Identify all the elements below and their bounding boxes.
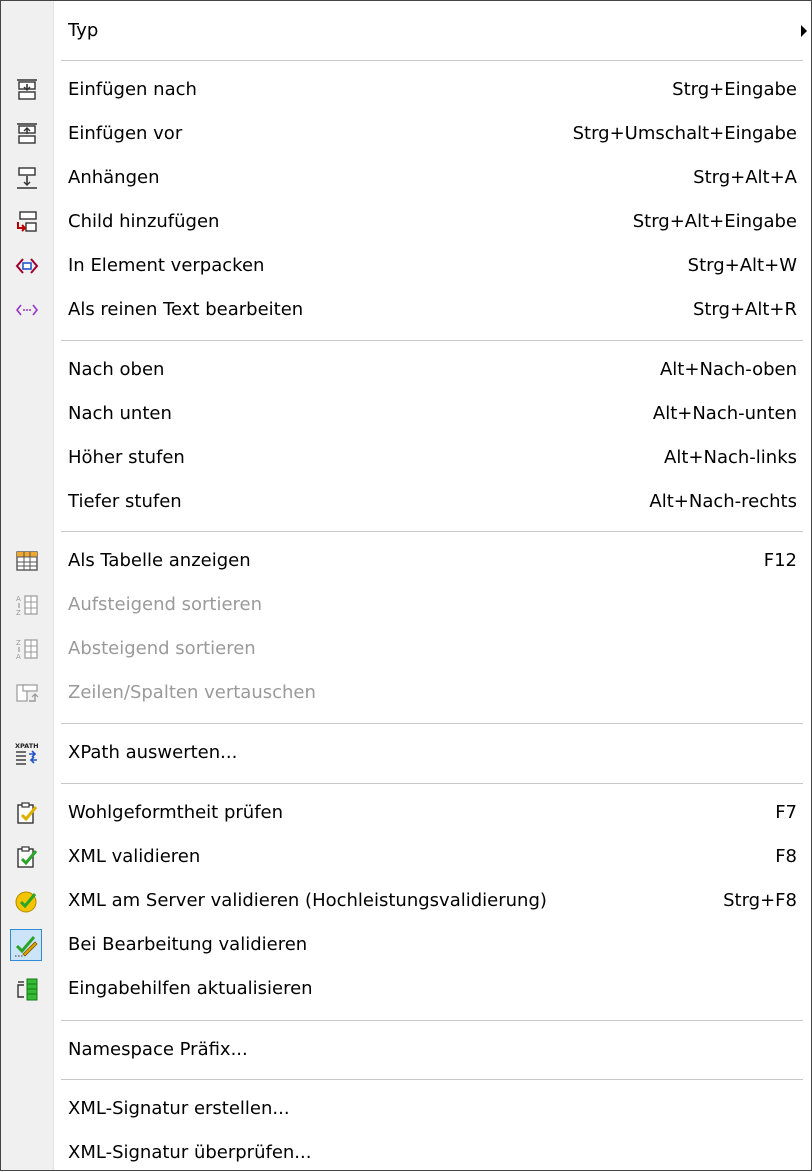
menu-item-label: In Element verpacken bbox=[68, 255, 265, 276]
menu-item-evaluate-xpath[interactable]: XPATH XPath auswerten... bbox=[1, 734, 812, 772]
menu-item-shortcut: Strg+Alt+W bbox=[687, 255, 797, 276]
menu-item-shortcut: Strg+Alt+A bbox=[693, 167, 797, 188]
menu-item-label: Absteigend sortieren bbox=[68, 638, 256, 659]
menu-item-label: Zeilen/Spalten vertauschen bbox=[68, 682, 316, 703]
menu-item-promote[interactable]: Höher stufen Alt+Nach-links bbox=[1, 439, 812, 477]
menu-item-insert-after[interactable]: Einfügen nach Strg+Eingabe bbox=[1, 71, 812, 109]
menu-item-sort-descending: ZA Absteigend sortieren bbox=[1, 630, 812, 668]
svg-text:Z: Z bbox=[16, 609, 21, 617]
menu-item-label: XML am Server validieren (Hochleistungsv… bbox=[68, 890, 547, 911]
menu-item-namespace-prefix[interactable]: Namespace Präfix... bbox=[1, 1031, 812, 1069]
menu-item-shortcut: Strg+F8 bbox=[723, 890, 797, 911]
menu-item-shortcut: Alt+Nach-links bbox=[664, 447, 797, 468]
menu-item-label: Typ bbox=[68, 20, 99, 41]
submenu-arrow-icon bbox=[801, 25, 807, 37]
menu-item-wrap-in-element[interactable]: In Element verpacken Strg+Alt+W bbox=[1, 247, 812, 285]
menu-item-label: Nach unten bbox=[68, 403, 172, 424]
menu-item-label: XPath auswerten... bbox=[68, 742, 238, 763]
menu-item-label: Eingabehilfen aktualisieren bbox=[68, 978, 313, 999]
well-formed-check-icon bbox=[15, 801, 39, 825]
swap-rows-columns-icon bbox=[15, 681, 39, 705]
menu-separator bbox=[61, 723, 803, 724]
menu-item-label: Höher stufen bbox=[68, 447, 185, 468]
menu-item-label: Wohlgeformtheit prüfen bbox=[68, 802, 284, 823]
add-child-icon bbox=[15, 210, 39, 234]
menu-item-validate-on-edit[interactable]: Bei Bearbeitung validieren bbox=[1, 926, 812, 964]
menu-item-shortcut: Alt+Nach-oben bbox=[659, 359, 797, 380]
menu-item-label: XML-Signatur erstellen... bbox=[68, 1098, 290, 1119]
svg-text:XPATH: XPATH bbox=[15, 742, 39, 750]
menu-item-label: Tiefer stufen bbox=[68, 491, 182, 512]
refresh-entry-helpers-icon bbox=[15, 977, 39, 1001]
menu-item-move-up[interactable]: Nach oben Alt+Nach-oben bbox=[1, 351, 812, 389]
menu-item-move-down[interactable]: Nach unten Alt+Nach-unten bbox=[1, 395, 812, 433]
insert-after-icon bbox=[15, 78, 39, 102]
menu-item-typ[interactable]: Typ bbox=[1, 12, 812, 50]
validate-icon bbox=[15, 845, 39, 869]
menu-item-label: XML-Signatur überprüfen... bbox=[68, 1142, 312, 1163]
menu-item-display-as-table[interactable]: Als Tabelle anzeigen F12 bbox=[1, 542, 812, 580]
menu-item-label: Bei Bearbeitung validieren bbox=[68, 934, 308, 955]
svg-text:A: A bbox=[16, 653, 21, 661]
menu-separator bbox=[61, 531, 803, 532]
menu-item-label: Child hinzufügen bbox=[68, 211, 220, 232]
menu-item-shortcut: F7 bbox=[775, 802, 797, 823]
append-icon bbox=[15, 166, 39, 190]
menu-item-check-well-formedness[interactable]: Wohlgeformtheit prüfen F7 bbox=[1, 794, 812, 832]
menu-item-swap-rows-columns: Zeilen/Spalten vertauschen bbox=[1, 674, 812, 712]
menu-item-edit-as-text[interactable]: Als reinen Text bearbeiten Strg+Alt+R bbox=[1, 291, 812, 329]
menu-item-refresh-entry-helpers[interactable]: Eingabehilfen aktualisieren bbox=[1, 970, 812, 1008]
menu-item-label: Nach oben bbox=[68, 359, 165, 380]
menu-item-sort-ascending: AZ Aufsteigend sortieren bbox=[1, 586, 812, 624]
menu-item-label: Als Tabelle anzeigen bbox=[68, 550, 251, 571]
menu-item-shortcut: F8 bbox=[775, 846, 797, 867]
context-menu: Typ Einfügen nach Strg+Eingabe Einfügen … bbox=[0, 0, 812, 1171]
menu-item-shortcut: Alt+Nach-unten bbox=[652, 403, 797, 424]
menu-item-demote[interactable]: Tiefer stufen Alt+Nach-rechts bbox=[1, 483, 812, 521]
menu-separator bbox=[61, 1079, 803, 1080]
table-icon bbox=[15, 549, 39, 573]
xpath-icon: XPATH bbox=[15, 741, 39, 765]
menu-item-validate-xml[interactable]: XML validieren F8 bbox=[1, 838, 812, 876]
menu-item-validate-on-server[interactable]: XML am Server validieren (Hochleistungsv… bbox=[1, 882, 812, 920]
menu-item-label: Als reinen Text bearbeiten bbox=[68, 299, 304, 320]
sort-descending-icon: ZA bbox=[15, 637, 39, 661]
plain-text-icon bbox=[15, 298, 39, 322]
sort-ascending-icon: AZ bbox=[15, 593, 39, 617]
wrap-element-icon bbox=[15, 254, 39, 278]
menu-separator bbox=[61, 783, 803, 784]
menu-item-create-xml-signature[interactable]: XML-Signatur erstellen... bbox=[1, 1090, 812, 1128]
menu-item-shortcut: Strg+Alt+Eingabe bbox=[632, 211, 797, 232]
menu-item-shortcut: Strg+Umschalt+Eingabe bbox=[572, 123, 797, 144]
menu-item-verify-xml-signature[interactable]: XML-Signatur überprüfen... bbox=[1, 1134, 812, 1172]
validate-on-edit-icon bbox=[10, 929, 42, 961]
menu-item-label: Anhängen bbox=[68, 167, 160, 188]
menu-item-label: Aufsteigend sortieren bbox=[68, 594, 263, 615]
menu-separator bbox=[61, 1020, 803, 1021]
menu-separator bbox=[61, 340, 803, 341]
menu-separator bbox=[61, 60, 803, 61]
svg-text:A: A bbox=[16, 595, 21, 603]
menu-item-add-child[interactable]: Child hinzufügen Strg+Alt+Eingabe bbox=[1, 203, 812, 241]
server-validate-icon bbox=[15, 889, 39, 913]
menu-item-label: Namespace Präfix... bbox=[68, 1039, 248, 1060]
menu-item-append[interactable]: Anhängen Strg+Alt+A bbox=[1, 159, 812, 197]
menu-item-insert-before[interactable]: Einfügen vor Strg+Umschalt+Eingabe bbox=[1, 115, 812, 153]
menu-item-label: XML validieren bbox=[68, 846, 201, 867]
menu-item-shortcut: Strg+Alt+R bbox=[692, 299, 797, 320]
menu-item-shortcut: Alt+Nach-rechts bbox=[649, 491, 797, 512]
svg-text:Z: Z bbox=[16, 639, 21, 647]
menu-item-shortcut: Strg+Eingabe bbox=[672, 79, 797, 100]
menu-item-shortcut: F12 bbox=[763, 550, 797, 571]
insert-before-icon bbox=[15, 122, 39, 146]
menu-item-label: Einfügen vor bbox=[68, 123, 183, 144]
menu-item-label: Einfügen nach bbox=[68, 79, 197, 100]
